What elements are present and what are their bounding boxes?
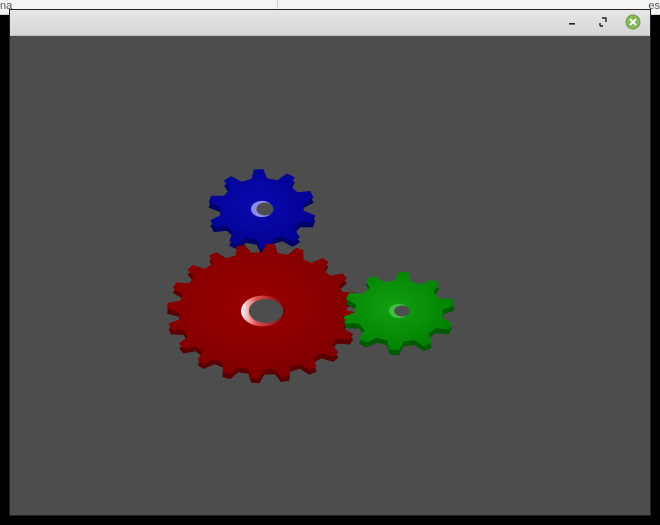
- background-text-fragment-right: es: [648, 0, 660, 12]
- gears-canvas[interactable]: [10, 36, 650, 515]
- close-button[interactable]: [625, 14, 641, 30]
- green-gear: [343, 271, 455, 356]
- minimize-button[interactable]: [565, 14, 581, 30]
- gears-scene: [167, 169, 455, 384]
- green-gear-hole: [394, 305, 410, 317]
- maximize-icon: [599, 17, 607, 27]
- maximize-button[interactable]: [595, 14, 611, 30]
- blue-gear: [208, 169, 316, 254]
- blue-gear-hole: [256, 202, 274, 216]
- minimize-icon: [569, 23, 575, 25]
- red-gear-hole: [248, 298, 284, 324]
- window-titlebar[interactable]: [10, 10, 650, 36]
- close-icon: [625, 14, 641, 30]
- gears-window: [10, 10, 650, 515]
- red-gear: [167, 243, 359, 384]
